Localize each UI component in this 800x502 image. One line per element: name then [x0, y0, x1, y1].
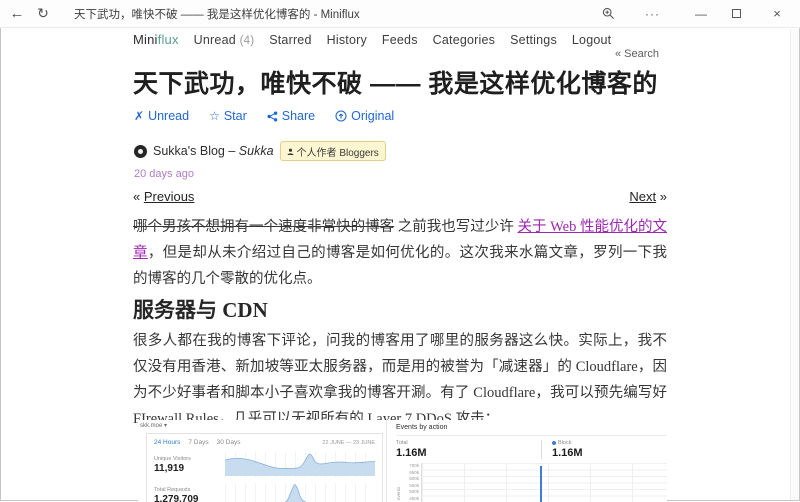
article-paragraph-2: 很多人都在我的博客下评论，问我的博客用了哪里的服务器这么快。实际上，我不仅没有用… [133, 328, 667, 432]
star-label: Star [224, 109, 247, 123]
tab-24-hours: 24 Hours [154, 439, 180, 446]
minimize-icon[interactable]: — [686, 7, 716, 21]
paragraph-text: ，但是却从未介绍过自己的博客是如何优化的。这次我来水篇文章，罗列一下我的博客的几… [133, 245, 667, 287]
section-heading: 服务器与 CDN [133, 294, 268, 324]
zoom-icon[interactable] [602, 7, 615, 20]
prev-label: Previous [144, 189, 195, 204]
close-icon[interactable]: × [762, 6, 792, 21]
feed-title-link[interactable]: Sukka's Blog – Sukka [153, 144, 274, 158]
share-button[interactable]: Share [267, 109, 315, 123]
block-label: Block [558, 440, 571, 446]
nav-item-history[interactable]: History [327, 33, 367, 47]
more-options-icon[interactable]: ··· [645, 7, 660, 21]
article-image: skk.moe ▾ 24 Hours 7 Days 30 Days 22 JUN… [138, 420, 667, 502]
range-tabs: 24 Hours 7 Days 30 Days 22 JUNE — 23 JUN… [147, 434, 382, 449]
toggle-unread-button[interactable]: ✗ Unread [134, 109, 189, 123]
next-entry-link[interactable]: Next » [629, 189, 667, 204]
block-legend-dot [552, 441, 556, 445]
window-title: 天下武功，唯快不破 —— 我是这样优化博客的 - Miniflux [74, 6, 360, 22]
entry-meta: Sukka's Blog – Sukka 个人作者 Bloggers [134, 141, 386, 161]
next-label: Next [629, 189, 656, 204]
paragraph-text: 之前我也写过少许 [394, 219, 517, 235]
original-label: Original [351, 109, 394, 123]
metric-row: Unique Visitors 11,919 [147, 449, 382, 480]
entry-date: 20 days ago [134, 168, 194, 180]
total-value: 1.16M [396, 447, 541, 459]
main-nav: Miniflux Unread (4) Starred History Feed… [133, 32, 611, 47]
nav-item-starred[interactable]: Starred [269, 33, 311, 47]
events-panel-title: Events by action [396, 420, 667, 436]
refresh-icon[interactable]: ↻ [30, 5, 56, 22]
nav-item-feeds[interactable]: Feeds [382, 33, 418, 47]
article-paragraph-1: 哪个男孩不想拥有一个速度非常快的博客 之前我也写过少许 关于 Web 性能优化的… [133, 214, 667, 292]
star-icon: ☆ [209, 109, 220, 123]
metric-row: Total Requests 1,279,709 [147, 480, 382, 502]
author-name: Sukka [239, 144, 274, 158]
category-badge: 个人作者 Bloggers [280, 141, 386, 161]
person-icon [287, 148, 294, 155]
metric-value: 11,919 [154, 463, 225, 474]
y-axis-label: events [396, 463, 403, 502]
back-icon[interactable]: ← [4, 5, 30, 22]
original-link[interactable]: Original [335, 109, 394, 123]
window-titlebar: ← ↻ 天下武功，唯快不破 —— 我是这样优化博客的 - Miniflux ··… [0, 0, 800, 28]
events-by-action-panel: Events by action Total 1.16M Block 1.16M… [386, 420, 667, 502]
maximize-icon[interactable] [732, 9, 741, 18]
events-plot-area [421, 463, 667, 502]
strikethrough-text: 哪个男孩不想拥有一个速度非常快的博客 [133, 219, 394, 235]
logo-flux: flux [158, 32, 179, 47]
author-separator: – [228, 144, 235, 158]
next-chevron: » [656, 189, 667, 204]
total-stat: Total 1.16M [396, 440, 541, 459]
page-content: Miniflux Unread (4) Starred History Feed… [133, 28, 667, 501]
total-requests-area-chart [225, 483, 375, 502]
nav-item-logout[interactable]: Logout [572, 33, 611, 47]
analytics-card: 24 Hours 7 Days 30 Days 22 JUNE — 23 JUN… [146, 433, 383, 502]
date-range-label: 22 JUNE — 23 JUNE [322, 440, 375, 446]
metric-label: Unique Visitors [154, 456, 225, 462]
entry-pagination: « Previous Next » [133, 189, 667, 204]
nav-item-categories[interactable]: Categories [433, 33, 495, 47]
unread-x-icon: ✗ [134, 109, 144, 123]
total-label: Total [396, 440, 541, 446]
external-link-icon [335, 110, 347, 122]
metric-label: Total Requests [154, 487, 225, 493]
miniflux-logo[interactable]: Miniflux [133, 32, 179, 47]
block-spike [540, 466, 542, 502]
unread-label: Unread [148, 109, 189, 123]
nav-item-settings[interactable]: Settings [510, 33, 557, 47]
badge-label: 个人作者 Bloggers [297, 144, 379, 159]
share-icon [267, 111, 278, 122]
entry-actions: ✗ Unread ☆ Star Share Original [134, 109, 394, 123]
prev-chevron: « [133, 189, 144, 204]
events-line-chart: events 700k 650k 600k 550k 500k 450k 400… [396, 463, 667, 502]
share-label: Share [282, 109, 315, 123]
nav-label: Unread [194, 33, 236, 47]
y-axis-ticks: 700k 650k 600k 550k 500k 450k 400k [403, 463, 421, 502]
previous-entry-link[interactable]: « Previous [133, 189, 194, 204]
tab-7-days: 7 Days [188, 439, 208, 446]
unread-count: (4) [240, 35, 255, 47]
logo-mini: Mini [133, 32, 158, 47]
scrollbar-track[interactable] [790, 29, 799, 500]
feed-name: Sukka's Blog [153, 144, 225, 158]
unique-visitors-area-chart [225, 452, 375, 478]
block-value: 1.16M [552, 447, 583, 459]
events-stats: Total 1.16M Block 1.16M [396, 440, 667, 459]
search-toggle[interactable]: « Search [615, 48, 659, 60]
star-button[interactable]: ☆ Star [209, 109, 247, 123]
nav-item-unread[interactable]: Unread (4) [194, 33, 255, 47]
tab-30-days: 30 Days [217, 439, 241, 446]
feed-avatar-icon [134, 145, 147, 158]
block-stat: Block 1.16M [541, 440, 583, 459]
article-title: 天下武功，唯快不破 —— 我是这样优化博客的 [133, 64, 667, 100]
site-dropdown: skk.moe ▾ [140, 422, 167, 429]
